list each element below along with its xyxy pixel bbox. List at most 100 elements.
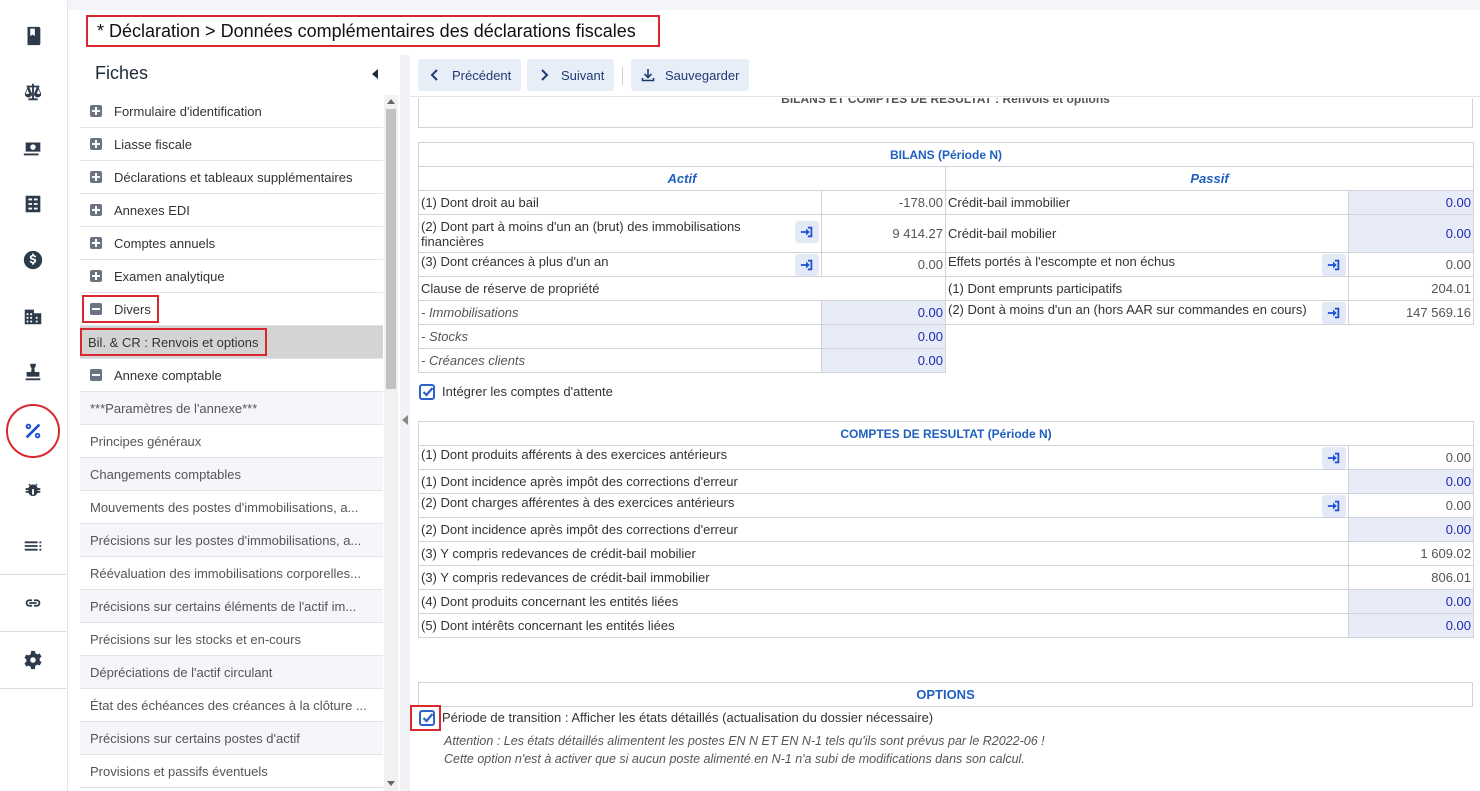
fiche-item[interactable]: Précisions sur certains éléments de l'ac… — [80, 590, 383, 623]
previous-label: Précédent — [452, 67, 512, 83]
clause-row-label: - Créances clients — [418, 348, 822, 373]
resultat-row-label: (5) Dont intérêts concernant les entités… — [418, 613, 1349, 638]
resultat-row-value: 1 609.02 — [1348, 541, 1474, 566]
scroll-down-icon[interactable] — [387, 781, 395, 786]
integrer-checkbox[interactable] — [419, 384, 435, 400]
collapse-minus-icon[interactable] — [90, 303, 102, 315]
calculator-icon[interactable] — [0, 184, 66, 224]
passif-row-label: Crédit-bail mobilier — [945, 214, 1349, 253]
building-icon[interactable] — [0, 296, 66, 336]
dollar-icon[interactable] — [0, 240, 66, 280]
resultat-row-input[interactable]: 0.00 — [1348, 517, 1474, 542]
clause-row-label: - Immobilisations — [418, 300, 822, 325]
scroll-thumb[interactable] — [386, 109, 396, 389]
bug-icon[interactable] — [0, 470, 66, 510]
toolbar: Précédent Suivant Sauvegarder — [410, 55, 1480, 97]
fiche-group[interactable]: Comptes annuels — [80, 227, 383, 260]
passif-row-input[interactable]: 0.00 — [1347, 190, 1475, 215]
resultat-row-input[interactable]: 0.00 — [1348, 589, 1474, 614]
rail-divider — [0, 574, 66, 575]
percent-icon[interactable] — [0, 411, 66, 451]
passif-row-value: 147 569.16 — [1347, 300, 1475, 325]
fiches-list: Formulaire d'identification Liasse fisca… — [80, 95, 383, 791]
fiche-group[interactable]: Formulaire d'identification — [80, 95, 383, 128]
panel-splitter[interactable] — [400, 55, 410, 791]
fiche-group[interactable]: Liasse fiscale — [80, 128, 383, 161]
fiche-item[interactable]: État des échéances des créances à la clô… — [80, 689, 383, 722]
resultat-row-label: (1) Dont incidence après impôt des corre… — [418, 469, 1349, 494]
fiche-item[interactable]: Précisions sur certains postes d'actif — [80, 722, 383, 755]
passif-row-value: 204.01 — [1347, 276, 1475, 301]
passif-row-cell: Effets portés à l'escompte et non échus — [945, 252, 1349, 277]
resultat-row-label: (4) Dont produits concernant les entités… — [418, 589, 1349, 614]
fiche-item[interactable]: Provisions et passifs éventuels — [80, 755, 383, 788]
fiche-item[interactable]: Changements comptables — [80, 458, 383, 491]
goto-icon[interactable] — [795, 220, 819, 243]
link-icon[interactable] — [0, 583, 66, 623]
fiche-group-label: Déclarations et tableaux supplémentaires — [114, 169, 353, 185]
expand-plus-icon[interactable] — [90, 138, 102, 150]
scroll-up-icon[interactable] — [387, 99, 395, 104]
passif-row-label: Crédit-bail immobilier — [945, 190, 1349, 215]
warning-note-1: Attention : Les états détaillés alimente… — [444, 734, 1045, 748]
clause-row-input[interactable]: 0.00 — [821, 348, 946, 373]
fiche-item[interactable]: Mouvements des postes d'immobilisations,… — [80, 491, 383, 524]
top-strip — [68, 0, 1480, 10]
check-icon — [422, 387, 434, 397]
download-icon — [641, 69, 655, 82]
passif-row-input[interactable]: 0.00 — [1347, 214, 1475, 253]
fiche-item[interactable]: Précisions sur les postes d'immobilisati… — [80, 524, 383, 557]
save-button[interactable]: Sauvegarder — [631, 59, 750, 91]
stamp-icon[interactable] — [0, 352, 66, 392]
transition-checkbox[interactable] — [419, 710, 435, 726]
fiche-item-selected[interactable]: Bil. & CR : Renvois et options — [80, 326, 383, 359]
previous-button[interactable]: Précédent — [418, 59, 522, 91]
scale-icon[interactable] — [0, 72, 66, 112]
expand-plus-icon[interactable] — [90, 270, 102, 282]
goto-icon[interactable] — [795, 253, 819, 276]
splitter-left-icon[interactable] — [402, 415, 408, 425]
expand-plus-icon[interactable] — [90, 105, 102, 117]
icon-rail — [0, 0, 68, 791]
resultat-row-input[interactable]: 0.00 — [1348, 613, 1474, 638]
clause-row-input[interactable]: 0.00 — [821, 300, 946, 325]
passif-row-value: 0.00 — [1347, 252, 1475, 277]
goto-icon[interactable] — [1322, 494, 1346, 517]
actif-row-label: (3) Dont créances à plus d'un an — [421, 253, 609, 269]
clause-row-input[interactable]: 0.00 — [821, 324, 946, 349]
collapse-minus-icon[interactable] — [90, 369, 102, 381]
clause-label: Clause de réserve de propriété — [418, 276, 946, 301]
fiche-group[interactable]: Annexes EDI — [80, 194, 383, 227]
next-button[interactable]: Suivant — [527, 59, 615, 91]
expand-plus-icon[interactable] — [90, 171, 102, 183]
money-icon[interactable] — [0, 128, 66, 168]
expand-plus-icon[interactable] — [90, 204, 102, 216]
fiche-item[interactable]: Précisions sur les stocks et en-cours — [80, 623, 383, 656]
goto-icon[interactable] — [1322, 253, 1346, 276]
fiche-group-annexe[interactable]: Annexe comptable — [80, 359, 383, 392]
list-icon[interactable] — [0, 526, 66, 566]
fiche-item[interactable]: Réévaluation des immobilisations corpore… — [80, 557, 383, 590]
book-icon[interactable] — [0, 16, 66, 56]
fiches-scrollbar[interactable] — [384, 95, 398, 791]
page-title: * Déclaration > Données complémentaires … — [86, 15, 660, 47]
resultat-row-input[interactable]: 0.00 — [1348, 469, 1474, 494]
expand-plus-icon[interactable] — [90, 237, 102, 249]
goto-icon[interactable] — [1322, 301, 1346, 324]
resultat-row-label: (3) Y compris redevances de crédit-bail … — [418, 565, 1349, 590]
highlight-selected-fiche[interactable]: Bil. & CR : Renvois et options — [80, 328, 267, 356]
fiche-group[interactable]: Examen analytique — [80, 260, 383, 293]
passif-header: Passif — [944, 166, 1475, 191]
fiche-item[interactable]: Principes généraux — [80, 425, 383, 458]
collapse-left-icon[interactable] — [370, 67, 380, 81]
gear-icon[interactable] — [0, 640, 66, 680]
fiche-group-divers[interactable]: Divers — [80, 293, 383, 326]
section-header-box: BILANS ET COMPTES DE RESULTAT : Renvois … — [418, 98, 1473, 128]
resultat-row-value: 0.00 — [1348, 493, 1474, 518]
fiche-item[interactable]: ***Paramètres de l'annexe*** — [80, 392, 383, 425]
passif-row-label: (1) Dont emprunts participatifs — [945, 276, 1349, 301]
highlight-divers[interactable]: Divers — [82, 295, 159, 323]
fiche-item[interactable]: Dépréciations de l'actif circulant — [80, 656, 383, 689]
fiche-group[interactable]: Déclarations et tableaux supplémentaires — [80, 161, 383, 194]
goto-icon[interactable] — [1322, 446, 1346, 469]
